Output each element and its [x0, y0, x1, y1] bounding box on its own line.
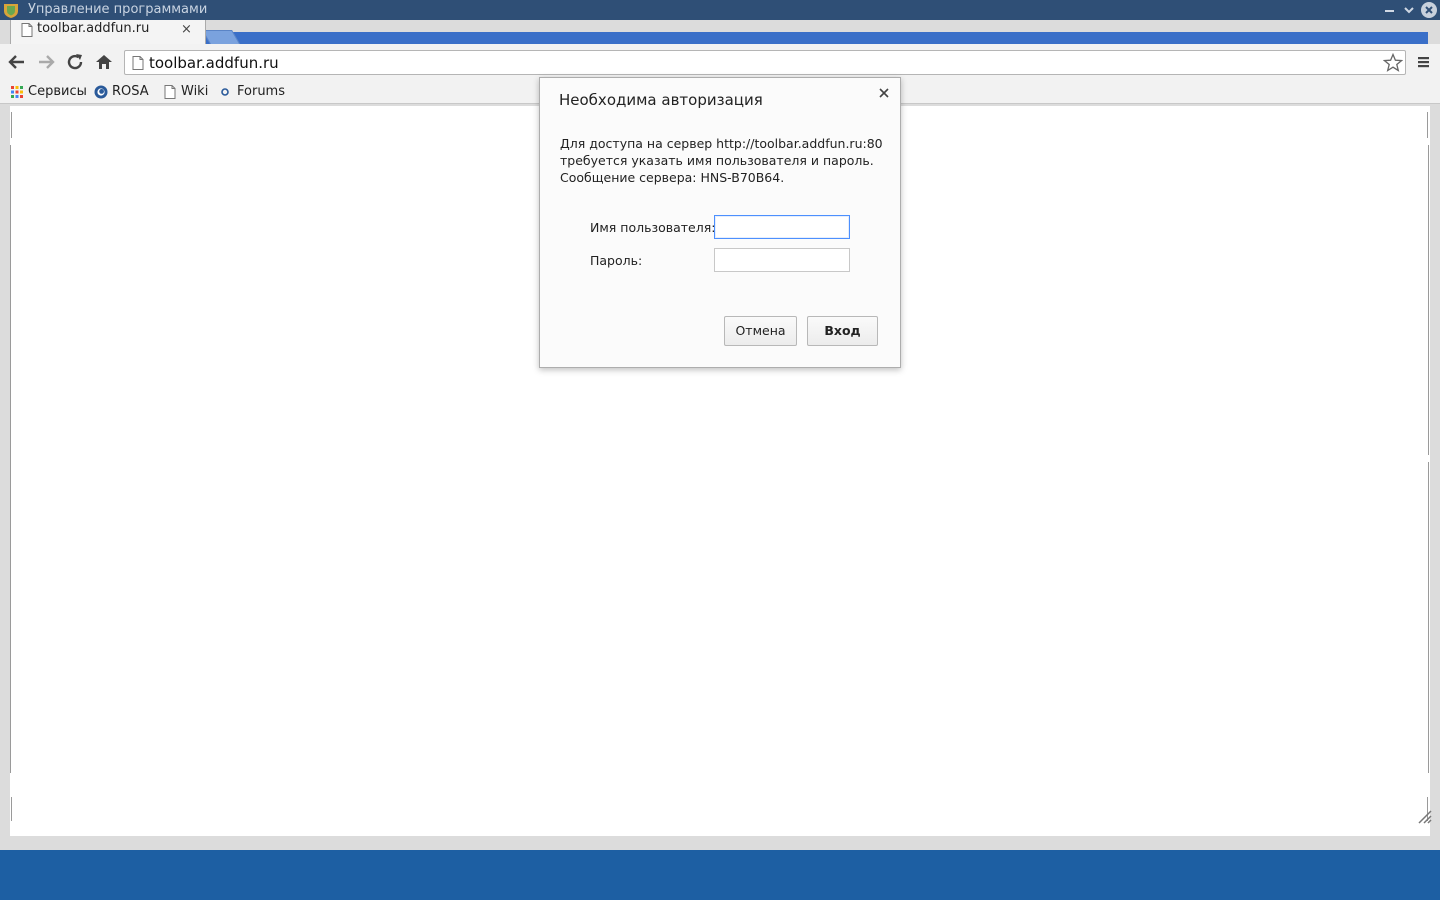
tab-strip: toolbar.addfun.ru × [0, 20, 1440, 44]
tab-title: toolbar.addfun.ru [37, 21, 150, 36]
message-line: Сообщение сервера: HNS-B70B64. [560, 170, 785, 185]
username-label: Имя пользователя: [590, 220, 716, 235]
reload-icon[interactable] [63, 50, 87, 74]
bookmark-label: Сервисы [28, 84, 87, 99]
frame-line [10, 145, 11, 773]
tab-strip-accent [196, 32, 1428, 44]
page-icon [21, 23, 33, 37]
username-input[interactable] [714, 215, 850, 239]
app-shield-icon [4, 4, 18, 18]
dialog-title: Необходима авторизация [559, 91, 763, 109]
hamburger-menu-icon[interactable] [1416, 52, 1432, 72]
page-icon [164, 85, 176, 99]
home-icon[interactable] [92, 50, 116, 74]
bookmark-star-icon[interactable] [1383, 53, 1403, 73]
tab-toolbar-addfun[interactable]: toolbar.addfun.ru × [10, 20, 206, 44]
password-label: Пароль: [590, 253, 643, 268]
tab-close-icon[interactable]: × [181, 23, 192, 37]
address-bar[interactable]: toolbar.addfun.ru [124, 50, 1406, 75]
frame-line [1427, 112, 1428, 138]
os-title-bar: Управление программами [0, 0, 1440, 20]
maximize-chevron-icon[interactable] [1400, 1, 1418, 19]
dialog-close-icon[interactable] [877, 86, 891, 100]
navigation-toolbar: toolbar.addfun.ru [0, 44, 1440, 80]
message-line: Для доступа на сервер http://toolbar.add… [560, 136, 883, 151]
login-button[interactable]: Вход [807, 316, 878, 346]
page-icon [132, 56, 144, 70]
password-input[interactable] [714, 248, 850, 272]
back-arrow-icon[interactable] [5, 50, 29, 74]
forward-arrow-icon[interactable] [34, 50, 58, 74]
message-line: требуется указать имя пользователя и пар… [560, 153, 874, 168]
resize-grip-icon[interactable] [1416, 808, 1432, 824]
frame-line [11, 112, 12, 138]
frame-line [1428, 462, 1429, 773]
minimize-icon[interactable] [1380, 1, 1398, 19]
window-close-icon[interactable] [1420, 1, 1438, 19]
apps-grid-icon [11, 86, 23, 98]
frame-line [11, 797, 12, 821]
url-text[interactable]: toolbar.addfun.ru [149, 54, 279, 72]
rosa-logo-icon [94, 85, 108, 99]
bookmark-label: Forums [237, 84, 285, 99]
bookmark-label: Wiki [181, 84, 209, 99]
window-title: Управление программами [28, 2, 208, 17]
auth-dialog: Необходима авторизация Для доступа на се… [539, 77, 901, 368]
bookmark-label: ROSA [112, 84, 149, 99]
cancel-button[interactable]: Отмена [724, 316, 797, 346]
os-taskbar [0, 850, 1440, 900]
dialog-message: Для доступа на сервер http://toolbar.add… [560, 135, 883, 186]
frame-line [1428, 145, 1429, 455]
forums-icon [221, 88, 229, 96]
